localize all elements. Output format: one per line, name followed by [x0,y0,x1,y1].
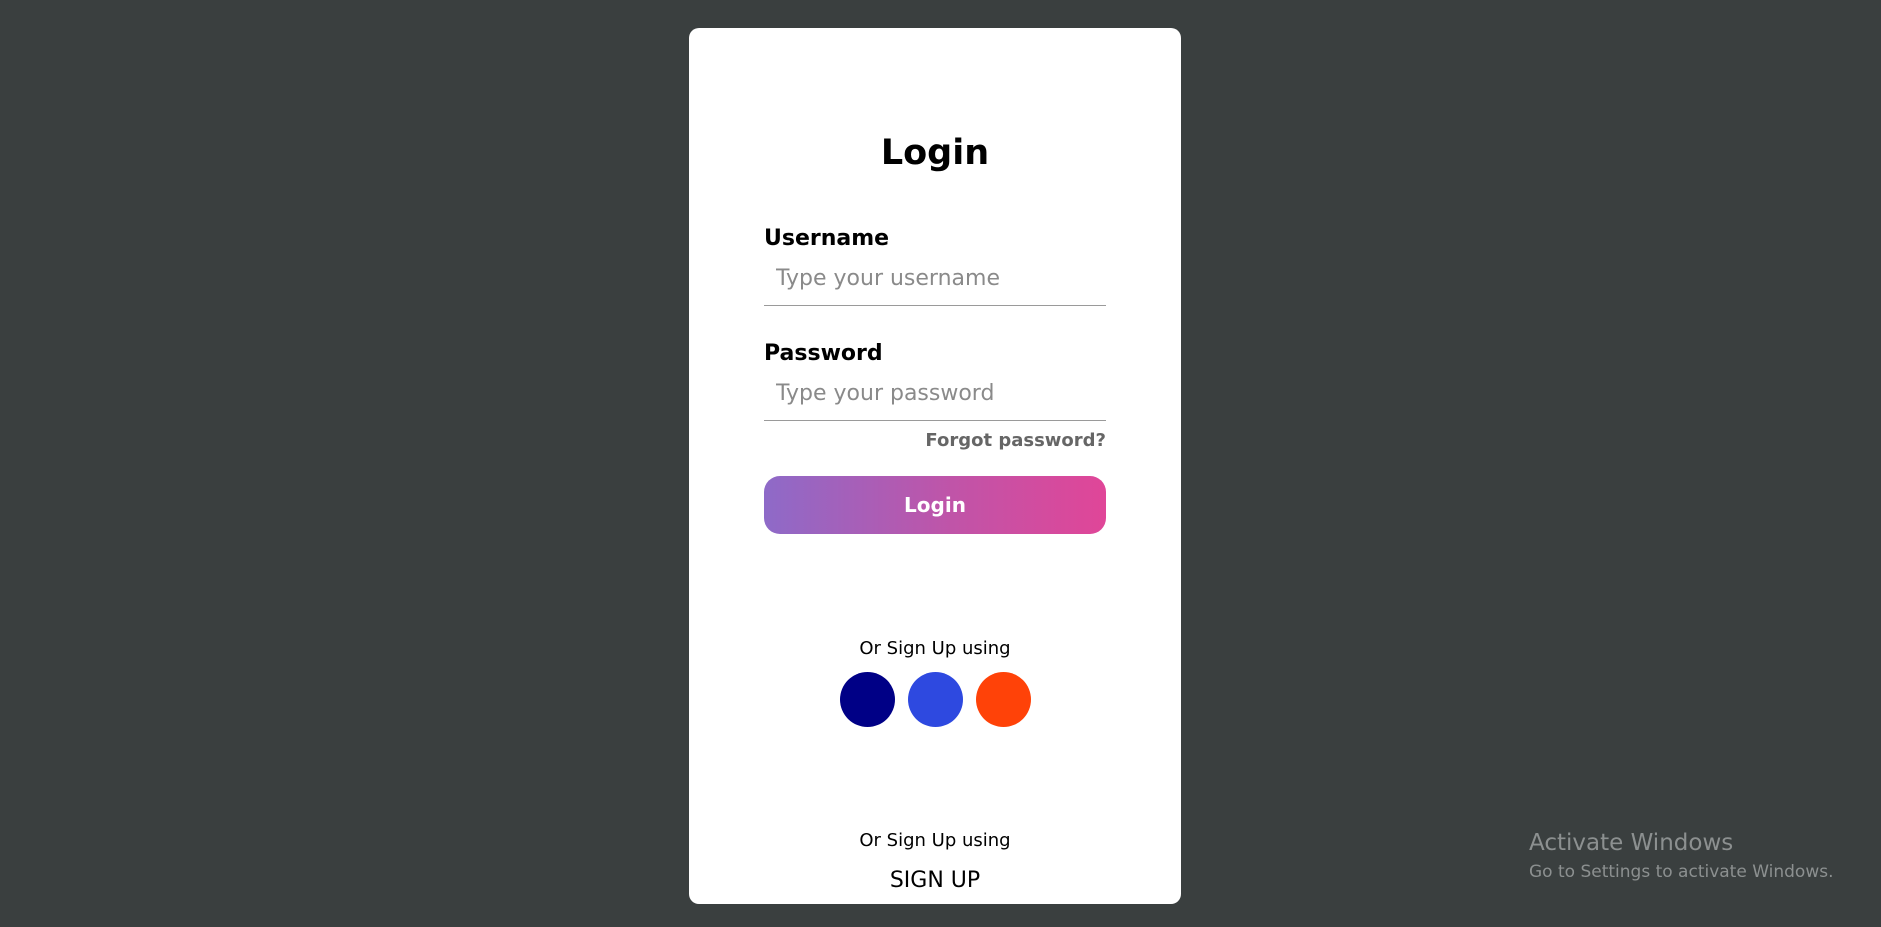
login-card: Login Username Password Forgot password?… [689,28,1181,904]
twitter-icon[interactable] [907,672,963,727]
watermark-title: Activate Windows [1529,830,1734,856]
google-icon[interactable] [975,672,1031,727]
social-signup-prompt: Or Sign Up using [859,638,1011,659]
signup-link[interactable]: SIGN UP [689,866,1181,896]
watermark-subtitle: Go to Settings to activate Windows. [1529,862,1834,882]
username-label: Username [764,226,890,251]
password-input[interactable] [764,373,1106,421]
login-button[interactable]: Login [764,476,1106,534]
username-input[interactable] [764,258,1106,306]
facebook-icon[interactable] [839,672,895,727]
signup-prompt: Or Sign Up using [859,830,1011,851]
forgot-password-link[interactable]: Forgot password? [925,428,1106,454]
password-label: Password [764,341,883,366]
windows-activation-watermark: Activate Windows Go to Settings to activ… [1529,828,1834,884]
password-group: Password [764,339,1106,421]
page-title: Login [880,133,990,173]
social-buttons [689,672,1181,727]
username-group: Username [764,224,1106,306]
